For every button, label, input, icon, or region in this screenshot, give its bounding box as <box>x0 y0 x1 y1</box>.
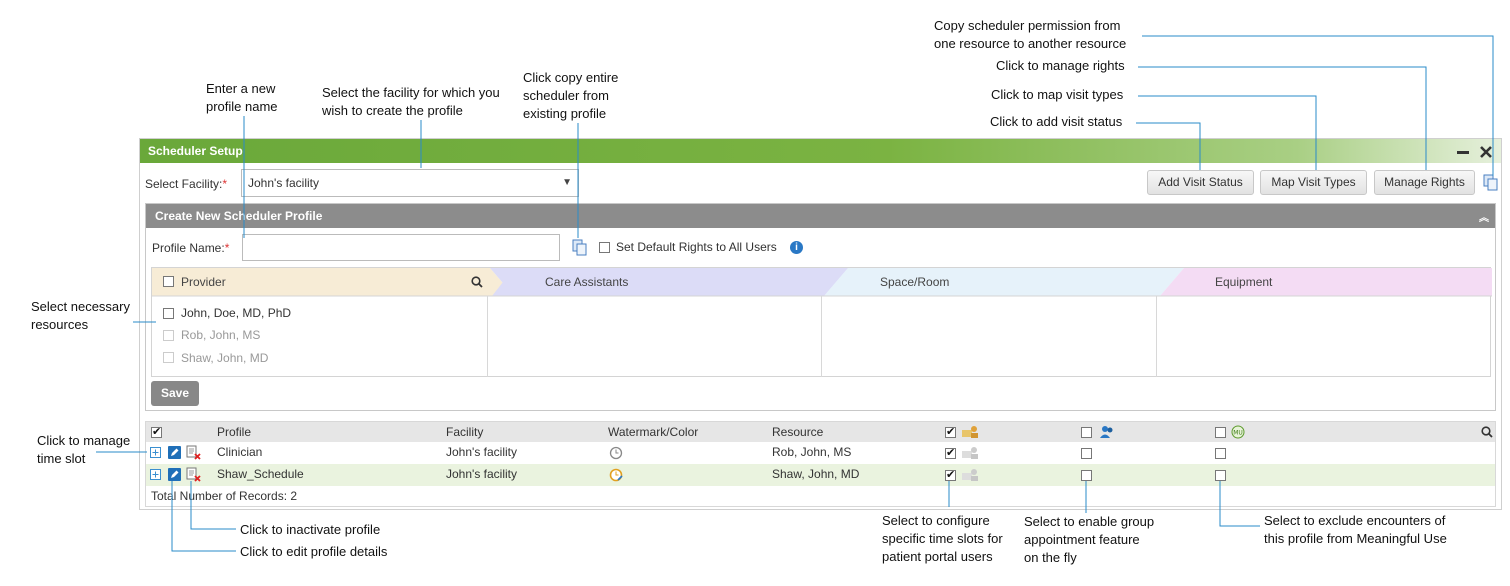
callout-lines <box>96 35 1494 552</box>
